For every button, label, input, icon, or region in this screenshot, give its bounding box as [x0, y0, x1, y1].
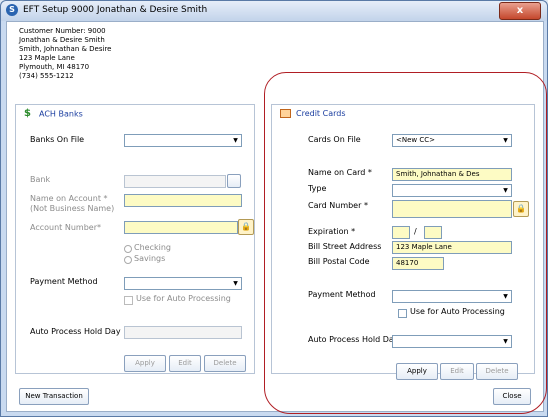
customer-info: Customer Number: 9000 Jonathan & Desire …: [19, 27, 111, 81]
name-on-account-input[interactable]: [124, 194, 242, 207]
credit-card-icon: [280, 109, 291, 118]
bank-field[interactable]: [124, 175, 226, 188]
card-number-label: Card Number *: [308, 201, 368, 210]
name-on-card-value: Smith, Johnathan & Des: [396, 170, 480, 178]
customer-number: Customer Number: 9000: [19, 27, 106, 35]
cc-edit-button[interactable]: Edit: [440, 363, 474, 380]
dollar-icon: $: [24, 108, 31, 119]
account-number-input[interactable]: [124, 221, 238, 234]
checking-label: Checking: [134, 243, 171, 252]
ach-hold-day-select[interactable]: [124, 326, 242, 339]
expiration-label: Expiration *: [308, 227, 356, 236]
savings-radio[interactable]: [124, 256, 132, 264]
customer-city: Plymouth, MI 48170: [19, 63, 90, 71]
type-label: Type: [308, 184, 327, 193]
expiration-year-input[interactable]: [424, 226, 442, 239]
banks-on-file-label: Banks On File: [30, 135, 85, 144]
bill-street-value: 123 Maple Lane: [396, 243, 452, 251]
bank-lookup-button[interactable]: [227, 174, 241, 188]
new-transaction-button[interactable]: New Transaction: [19, 388, 89, 405]
cc-header-label: Credit Cards: [296, 109, 346, 118]
title-bar: S EFT Setup 9000 Jonathan & Desire Smith…: [1, 1, 547, 21]
name-on-card-label: Name on Card *: [308, 168, 372, 177]
customer-street: 123 Maple Lane: [19, 54, 75, 62]
ach-auto-processing-checkbox[interactable]: [124, 296, 133, 305]
card-type-select[interactable]: ▼: [392, 184, 512, 197]
savings-label: Savings: [134, 254, 166, 263]
ach-edit-button[interactable]: Edit: [169, 355, 201, 372]
lock-icon[interactable]: 🔒: [238, 219, 254, 235]
chevron-down-icon: ▼: [233, 280, 238, 287]
bill-street-input[interactable]: 123 Maple Lane: [392, 241, 512, 254]
chevron-down-icon: ▼: [503, 187, 508, 194]
chevron-down-icon: ▼: [233, 137, 238, 144]
customer-name: Jonathan & Desire Smith: [19, 36, 105, 44]
customer-alt-name: Smith, Johnathan & Desire: [19, 45, 112, 53]
name-on-card-input[interactable]: Smith, Johnathan & Des: [392, 168, 512, 181]
window-title: EFT Setup 9000 Jonathan & Desire Smith: [23, 5, 208, 15]
ach-hold-day-label: Auto Process Hold Day: [30, 327, 121, 336]
cc-hold-day-label: Auto Process Hold Day: [308, 335, 399, 344]
window-close-button[interactable]: x: [499, 2, 541, 20]
cards-on-file-label: Cards On File: [308, 135, 361, 144]
checking-radio[interactable]: [124, 245, 132, 253]
ach-apply-button[interactable]: Apply: [124, 355, 166, 372]
cc-payment-method-label: Payment Method: [308, 290, 376, 299]
ach-banks-panel: $ ACH Banks Banks On File ▼ Bank Name on …: [15, 104, 255, 374]
close-button[interactable]: Close: [493, 388, 531, 405]
chevron-down-icon: ▼: [503, 293, 508, 300]
ach-auto-processing-label: Use for Auto Processing: [136, 294, 231, 303]
bill-street-label: Bill Street Address: [308, 242, 382, 251]
account-number-label: Account Number*: [30, 223, 101, 232]
cc-payment-method-select[interactable]: ▼: [392, 290, 512, 303]
cc-auto-processing-label: Use for Auto Processing: [410, 307, 505, 316]
chevron-down-icon: ▼: [503, 137, 508, 144]
client-area: Customer Number: 9000 Jonathan & Desire …: [6, 21, 544, 412]
ach-panel-header: $ ACH Banks: [24, 109, 83, 123]
cards-on-file-select[interactable]: <New CC> ▼: [392, 134, 512, 147]
customer-phone: (734) 555-1212: [19, 72, 74, 80]
cc-auto-processing-checkbox[interactable]: [398, 309, 407, 318]
chevron-down-icon: ▼: [503, 338, 508, 345]
card-number-input[interactable]: [392, 200, 512, 218]
expiration-month-input[interactable]: [392, 226, 410, 239]
ach-delete-button[interactable]: Delete: [204, 355, 246, 372]
ach-payment-method-label: Payment Method: [30, 277, 98, 286]
cc-apply-button[interactable]: Apply: [396, 363, 438, 380]
ach-header-label: ACH Banks: [39, 109, 83, 119]
ach-payment-method-select[interactable]: ▼: [124, 277, 242, 290]
cards-on-file-value: <New CC>: [396, 136, 435, 144]
expiration-separator: /: [414, 227, 417, 236]
name-on-account-label: Name on Account *: [30, 194, 108, 203]
eft-setup-window: S EFT Setup 9000 Jonathan & Desire Smith…: [0, 0, 548, 417]
credit-cards-panel: Credit Cards Cards On File <New CC> ▼ Nam…: [271, 104, 535, 380]
bill-postal-label: Bill Postal Code: [308, 257, 370, 266]
lock-icon[interactable]: 🔒: [513, 201, 529, 217]
bank-label: Bank: [30, 175, 51, 184]
app-icon: S: [6, 4, 18, 16]
cc-hold-day-select[interactable]: ▼: [392, 335, 512, 348]
banks-on-file-select[interactable]: ▼: [124, 134, 242, 147]
cc-panel-header: Credit Cards: [280, 109, 345, 123]
bill-postal-value: 48170: [396, 259, 419, 267]
not-business-label: (Not Business Name): [30, 204, 115, 213]
cc-delete-button[interactable]: Delete: [476, 363, 518, 380]
bill-postal-input[interactable]: 48170: [392, 257, 444, 270]
